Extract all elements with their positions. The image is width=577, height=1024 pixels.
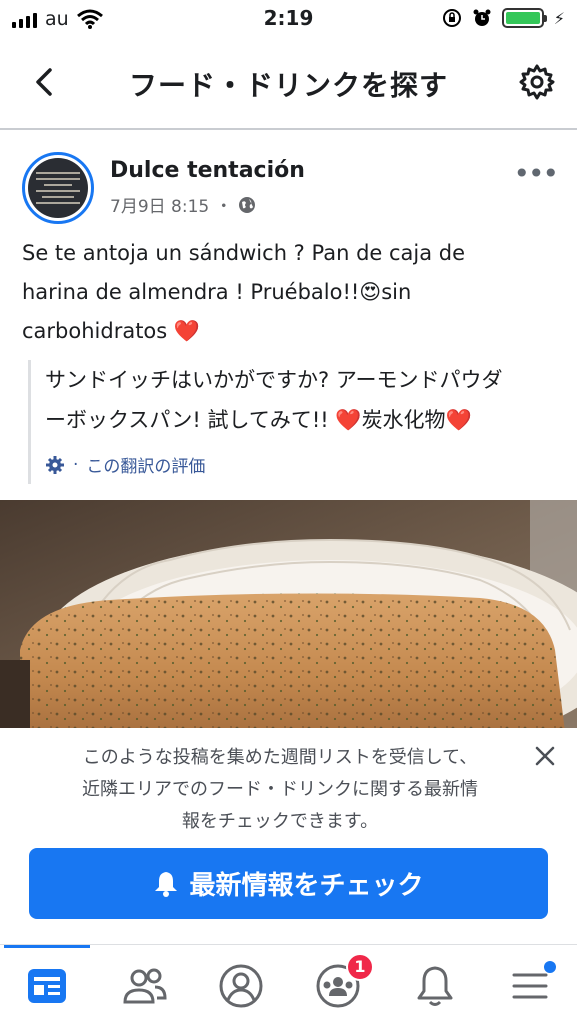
- post-text-line: carbohidratos ❤️: [22, 312, 542, 351]
- check-updates-label: 最新情報をチェック: [189, 871, 424, 901]
- heart-emoji: ❤️: [335, 408, 362, 432]
- notice-line: 報をチェックできます。: [181, 811, 379, 832]
- post-header: Dulce tentación 7月9日 8:15 ・ •••: [22, 152, 559, 224]
- translation-line: サンドイッチはいかがですか? アーモンドパウダ: [45, 368, 503, 392]
- post-text-segment: carbohidratos: [22, 319, 174, 343]
- notice-text: このような投稿を集めた週間リストを受信して、 近隣エリアでのフード・ドリンクに関…: [50, 742, 510, 838]
- tab-friends[interactable]: [117, 959, 173, 1013]
- close-icon[interactable]: [533, 744, 557, 768]
- heart-emoji: ❤️: [173, 319, 201, 343]
- gear-icon[interactable]: [517, 62, 557, 102]
- tab-active-indicator: [4, 945, 90, 948]
- post-photo[interactable]: [0, 500, 577, 732]
- post-text-segment: harina de almendra ! Pruébalo!!: [22, 280, 360, 304]
- tab-profile[interactable]: [213, 959, 269, 1013]
- notice-line: このような投稿を集めた週間リストを受信して、: [82, 747, 478, 768]
- bell-icon: [155, 871, 178, 897]
- post-meta: 7月9日 8:15 ・: [110, 192, 256, 217]
- post-text-segment: sin: [381, 280, 412, 304]
- post-text-line: harina de almendra ! Pruébalo!!😍sin: [22, 273, 542, 312]
- page-title: フード・ドリンクを探す: [128, 69, 448, 102]
- post-date[interactable]: 7月9日 8:15: [110, 192, 209, 217]
- profile-icon: [219, 964, 263, 1008]
- rate-translation[interactable]: · この翻訳の評価: [45, 452, 205, 477]
- heart-emoji: ❤️: [445, 408, 472, 432]
- subscribe-notice: このような投稿を集めた週間リストを受信して、 近隣エリアでのフード・ドリンクに関…: [0, 728, 577, 944]
- status-right: ⚡: [442, 8, 565, 28]
- rate-separator: ·: [73, 454, 79, 475]
- groups-badge: 1: [346, 953, 374, 981]
- check-updates-button[interactable]: 最新情報をチェック: [29, 848, 548, 919]
- avatar[interactable]: [22, 152, 94, 224]
- translation-block: サンドイッチはいかがですか? アーモンドパウダ ーボックスパン! 試してみて!!…: [28, 360, 548, 484]
- translation-segment: ーボックスパン! 試してみて!!: [45, 408, 336, 432]
- tab-news-feed[interactable]: [19, 959, 75, 1013]
- more-icon[interactable]: •••: [513, 160, 559, 188]
- translation-line: ーボックスパン! 試してみて!! ❤️炭水化物❤️: [45, 400, 548, 440]
- meta-separator: ・: [215, 197, 233, 217]
- post-text-line: Se te antoja un sándwich ? Pan de caja d…: [22, 241, 466, 265]
- tab-groups[interactable]: 1: [310, 953, 374, 1013]
- alarm-icon: [473, 9, 491, 26]
- rate-label[interactable]: この翻訳の評価: [86, 452, 205, 477]
- translation-segment: 炭水化物: [361, 408, 446, 432]
- notifications-icon: [417, 966, 453, 1006]
- lock-rotation-icon: [442, 9, 461, 27]
- translation-text: サンドイッチはいかがですか? アーモンドパウダ ーボックスパン! 試してみて!!…: [45, 360, 548, 440]
- menu-icon: [512, 973, 548, 999]
- battery-icon: [501, 8, 547, 28]
- heart-eyes-emoji: 😍: [359, 280, 382, 304]
- status-bar: au 2:19 ⚡: [0, 0, 577, 38]
- post-photo-image: [0, 500, 577, 732]
- post-author[interactable]: Dulce tentación: [110, 158, 305, 183]
- post-text: Se te antoja un sándwich ? Pan de caja d…: [22, 234, 542, 351]
- news-feed-icon: [28, 969, 66, 1003]
- tab-notifications[interactable]: [407, 959, 463, 1013]
- globe-icon: [239, 196, 256, 213]
- notice-line: 近隣エリアでのフード・ドリンクに関する最新情: [82, 779, 478, 800]
- nav-bar: フード・ドリンクを探す: [0, 40, 577, 130]
- menu-dot: [544, 961, 556, 973]
- friends-icon: [123, 968, 167, 1004]
- tab-bar: 1: [0, 944, 577, 1024]
- tab-menu[interactable]: [502, 959, 558, 1013]
- gear-icon: [46, 455, 64, 474]
- charging-icon: ⚡: [553, 8, 565, 28]
- avatar-image: [28, 158, 88, 218]
